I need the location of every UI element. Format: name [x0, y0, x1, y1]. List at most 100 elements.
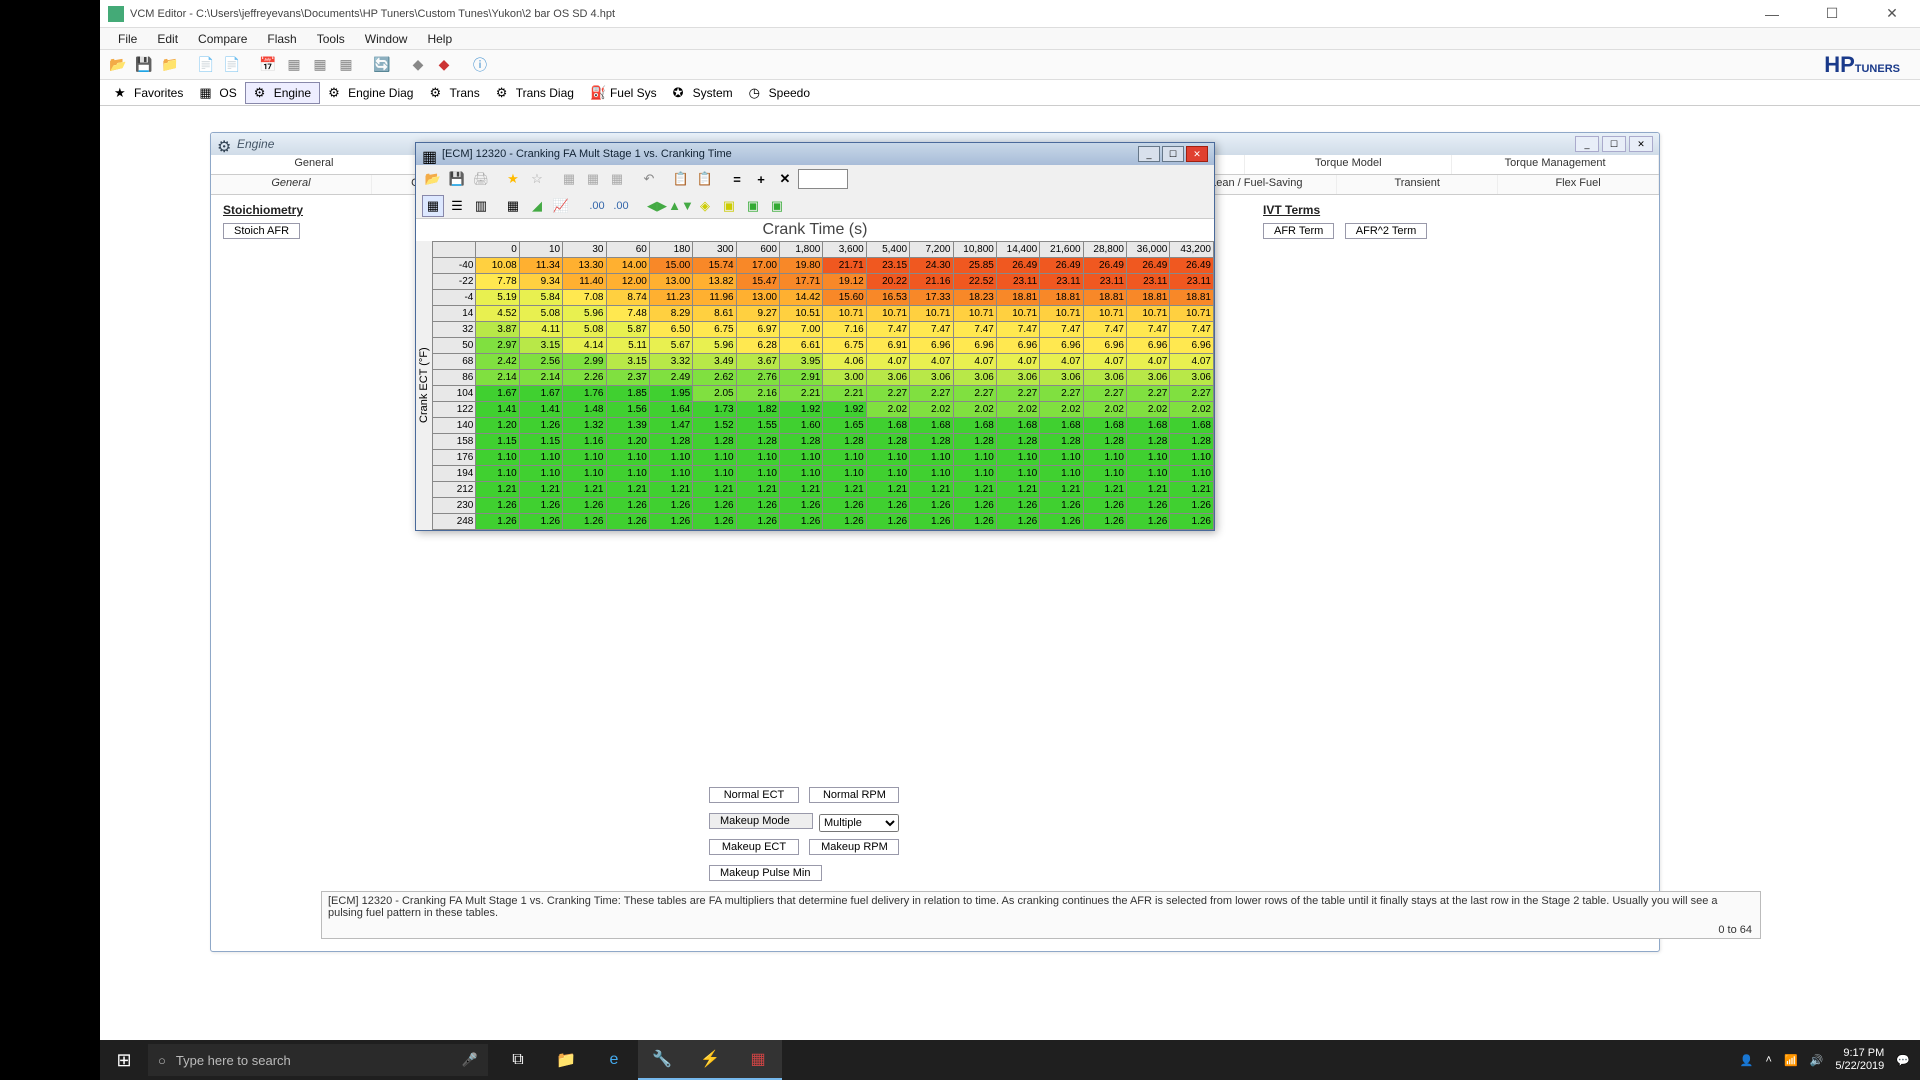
cell[interactable]: 18.23: [953, 290, 996, 306]
row-header[interactable]: 194: [433, 466, 476, 482]
cell[interactable]: 2.05: [693, 386, 736, 402]
makeup-rpm-button[interactable]: Makeup RPM: [809, 839, 899, 855]
cell[interactable]: 1.10: [519, 466, 562, 482]
cell[interactable]: 1.68: [1170, 418, 1214, 434]
cell[interactable]: 2.16: [736, 386, 779, 402]
cell[interactable]: 26.49: [1083, 258, 1126, 274]
engine-close-button[interactable]: ✕: [1629, 136, 1653, 152]
cell[interactable]: 5.96: [563, 306, 606, 322]
cell[interactable]: 1.26: [1083, 514, 1126, 530]
cell[interactable]: 1.21: [476, 482, 519, 498]
col-header[interactable]: 1,800: [780, 242, 823, 258]
row-header[interactable]: 14: [433, 306, 476, 322]
cell[interactable]: 25.85: [953, 258, 996, 274]
row-header[interactable]: 50: [433, 338, 476, 354]
cell[interactable]: 1.26: [996, 498, 1039, 514]
cell[interactable]: 1.10: [953, 466, 996, 482]
cell[interactable]: 1.26: [1127, 514, 1170, 530]
cell[interactable]: 1.10: [866, 450, 909, 466]
row-header[interactable]: 104: [433, 386, 476, 402]
cell[interactable]: 8.74: [606, 290, 649, 306]
row-header[interactable]: 176: [433, 450, 476, 466]
cell[interactable]: 10.71: [866, 306, 909, 322]
cell[interactable]: 13.30: [563, 258, 606, 274]
cell[interactable]: 4.52: [476, 306, 519, 322]
cell[interactable]: 6.96: [1127, 338, 1170, 354]
cell[interactable]: 2.02: [1040, 402, 1083, 418]
taskview-icon[interactable]: ⧉: [494, 1040, 542, 1080]
subtab-general[interactable]: General: [211, 175, 372, 194]
cell[interactable]: 1.16: [563, 434, 606, 450]
cell[interactable]: 16.53: [866, 290, 909, 306]
cell[interactable]: 10.71: [953, 306, 996, 322]
cell[interactable]: 1.10: [476, 450, 519, 466]
tray-up-icon[interactable]: ˄: [1766, 1054, 1772, 1066]
col-header[interactable]: 10: [519, 242, 562, 258]
col-header[interactable]: 30: [563, 242, 606, 258]
cell[interactable]: 1.26: [953, 514, 996, 530]
cell[interactable]: 1.26: [736, 498, 779, 514]
cell[interactable]: 1.10: [1083, 466, 1126, 482]
cell[interactable]: 7.47: [1127, 322, 1170, 338]
cell[interactable]: 1.21: [953, 482, 996, 498]
cell[interactable]: 1.21: [780, 482, 823, 498]
cell[interactable]: 13.00: [736, 290, 779, 306]
menu-window[interactable]: Window: [355, 30, 418, 48]
cell[interactable]: 2.02: [866, 402, 909, 418]
cell[interactable]: 1.10: [693, 450, 736, 466]
fav2-icon[interactable]: ☆: [526, 168, 548, 190]
cell[interactable]: 3.06: [953, 370, 996, 386]
cell[interactable]: 1.26: [866, 498, 909, 514]
cell[interactable]: 1.10: [1170, 450, 1214, 466]
cell[interactable]: 1.10: [1040, 466, 1083, 482]
cell[interactable]: 7.48: [606, 306, 649, 322]
cell[interactable]: 2.26: [563, 370, 606, 386]
afr-term-button[interactable]: AFR Term: [1263, 223, 1334, 239]
cell[interactable]: 2.49: [649, 370, 692, 386]
cell[interactable]: 1.10: [1040, 450, 1083, 466]
cell[interactable]: 1.20: [606, 434, 649, 450]
afr2-term-button[interactable]: AFR^2 Term: [1345, 223, 1428, 239]
cell[interactable]: 7.16: [823, 322, 866, 338]
cell[interactable]: 1.28: [1127, 434, 1170, 450]
cell[interactable]: 1.20: [476, 418, 519, 434]
cell[interactable]: 1.10: [1127, 450, 1170, 466]
cell[interactable]: 1.10: [649, 466, 692, 482]
cal4-icon[interactable]: ▦: [334, 53, 358, 77]
maximize-button[interactable]: ☐: [1812, 4, 1852, 24]
save-icon[interactable]: 💾: [132, 53, 156, 77]
volume-icon[interactable]: 🔊: [1810, 1054, 1824, 1067]
cell[interactable]: 1.68: [1083, 418, 1126, 434]
cell[interactable]: 1.10: [823, 450, 866, 466]
cell[interactable]: 2.02: [910, 402, 953, 418]
cell[interactable]: 1.26: [649, 514, 692, 530]
view-h-icon[interactable]: ☰: [446, 195, 468, 217]
cell[interactable]: 2.27: [866, 386, 909, 402]
cell[interactable]: 1.28: [996, 434, 1039, 450]
cell[interactable]: 1.10: [563, 450, 606, 466]
cell[interactable]: 4.07: [1083, 354, 1126, 370]
cell[interactable]: 1.26: [649, 498, 692, 514]
cell[interactable]: 7.47: [996, 322, 1039, 338]
cell[interactable]: 1.10: [996, 450, 1039, 466]
cell[interactable]: 11.40: [563, 274, 606, 290]
stoich-afr-button[interactable]: Stoich AFR: [223, 223, 300, 239]
minimize-button[interactable]: —: [1752, 4, 1792, 24]
cell[interactable]: 1.28: [693, 434, 736, 450]
cell[interactable]: 4.07: [910, 354, 953, 370]
cell[interactable]: 3.15: [519, 338, 562, 354]
cell[interactable]: 1.28: [1170, 434, 1214, 450]
cell[interactable]: 7.47: [953, 322, 996, 338]
cell[interactable]: 6.75: [693, 322, 736, 338]
cell[interactable]: 4.07: [996, 354, 1039, 370]
cell[interactable]: 1.26: [519, 514, 562, 530]
dec-inc-icon[interactable]: .00: [586, 195, 608, 217]
cell[interactable]: 1.21: [823, 482, 866, 498]
makeup-pulse-button[interactable]: Makeup Pulse Min: [709, 865, 822, 881]
cell[interactable]: 2.27: [1170, 386, 1214, 402]
makeup-ect-button[interactable]: Makeup ECT: [709, 839, 799, 855]
cell[interactable]: 4.07: [1170, 354, 1214, 370]
cell[interactable]: 3.06: [1083, 370, 1126, 386]
cell[interactable]: 4.06: [823, 354, 866, 370]
cell[interactable]: 1.26: [910, 514, 953, 530]
